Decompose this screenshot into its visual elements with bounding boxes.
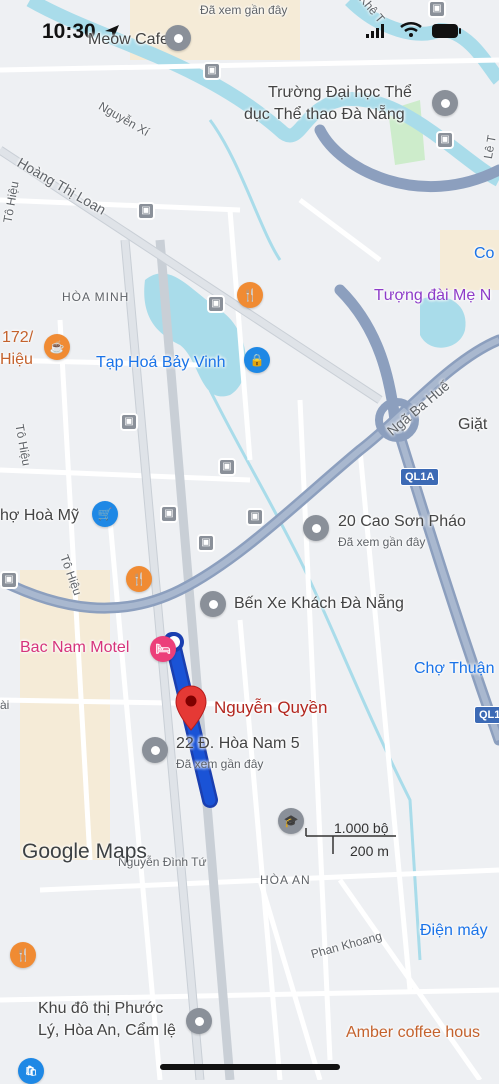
fork-knife-icon[interactable]: 🍴 bbox=[237, 282, 263, 308]
destination-label[interactable]: Nguyễn Quyền bbox=[214, 698, 327, 718]
place-amber-coffee[interactable]: Amber coffee hous bbox=[346, 1024, 480, 1042]
place-tap-hoa-bay-vinh[interactable]: Tạp Hoá Bảy Vinh bbox=[96, 354, 226, 372]
place-pin-hoa-nam[interactable] bbox=[142, 737, 168, 763]
place-dien-may[interactable]: Điện máy bbox=[420, 922, 488, 940]
area-label-hoa-minh: HÒA MINH bbox=[62, 290, 130, 304]
scale-label-meters: 200 m bbox=[350, 843, 389, 859]
place-tuong-dai[interactable]: Tượng đài Mẹ N bbox=[374, 287, 491, 305]
place-hoa-nam-recent: Đã xem gần đây bbox=[176, 757, 264, 771]
bus-stop-icon[interactable]: ▣ bbox=[160, 505, 178, 523]
highway-shield-ql1-partial: QL1 bbox=[474, 706, 499, 724]
street-bai: ài bbox=[0, 698, 10, 712]
bus-stop-icon[interactable]: ▣ bbox=[428, 0, 446, 18]
bus-stop-icon[interactable]: ▣ bbox=[207, 295, 225, 313]
place-truong-dh-line2[interactable]: dục Thể thao Đà Nẵng bbox=[244, 106, 405, 124]
place-pin-meow-cafe[interactable] bbox=[165, 25, 191, 51]
battery-icon bbox=[432, 24, 458, 38]
wifi-icon bbox=[400, 22, 422, 37]
fork-knife-icon-3[interactable]: 🍴 bbox=[10, 942, 36, 968]
scale-label-feet: 1.000 bộ bbox=[334, 820, 389, 836]
bus-stop-icon[interactable]: ▣ bbox=[120, 413, 138, 431]
area-label-hoa-an: HÒA AN bbox=[260, 873, 311, 887]
bus-stop-icon[interactable]: ▣ bbox=[436, 131, 454, 149]
place-pin-khu-do-thi[interactable] bbox=[186, 1008, 212, 1034]
place-khu-do-thi-line1[interactable]: Khu đô thị Phước bbox=[38, 1000, 163, 1018]
place-cao-son-phao[interactable]: 20 Cao Sơn Pháo bbox=[338, 513, 466, 531]
bus-stop-icon[interactable]: ▣ bbox=[218, 458, 236, 476]
fork-knife-icon-2[interactable]: 🍴 bbox=[126, 566, 152, 592]
coffee-cup-icon[interactable]: ☕ bbox=[44, 334, 70, 360]
logo-google: Google bbox=[22, 840, 90, 863]
bus-stop-icon[interactable]: ▣ bbox=[203, 62, 221, 80]
shopping-bag-icon[interactable]: 🔒 bbox=[244, 347, 270, 373]
place-pin-ben-xe[interactable] bbox=[200, 591, 226, 617]
place-pin-truong-dh[interactable] bbox=[432, 90, 458, 116]
place-ben-xe-khach[interactable]: Bến Xe Khách Đà Nẵng bbox=[234, 595, 404, 613]
place-truong-dh-line1[interactable]: Trường Đại học Thể bbox=[268, 84, 412, 102]
place-172-line1[interactable]: 172/ bbox=[2, 329, 33, 347]
signal-icon bbox=[366, 24, 384, 38]
highway-shield-ql1a: QL1A bbox=[400, 468, 440, 486]
place-hoa-nam-5[interactable]: 22 Đ. Hòa Nam 5 bbox=[176, 735, 300, 753]
bus-stop-icon[interactable]: ▣ bbox=[197, 534, 215, 552]
destination-pin-icon[interactable] bbox=[174, 685, 208, 731]
place-pin-cao-son-phao[interactable] bbox=[303, 515, 329, 541]
bus-stop-icon[interactable]: ▣ bbox=[137, 202, 155, 220]
bus-stop-icon[interactable]: ▣ bbox=[0, 571, 18, 589]
bus-stop-icon[interactable]: ▣ bbox=[246, 508, 264, 526]
place-cao-son-phao-recent: Đã xem gần đây bbox=[338, 535, 426, 549]
shopping-icon-bottom[interactable]: 🛍 bbox=[18, 1058, 44, 1084]
shopping-cart-icon[interactable]: 🛒 bbox=[92, 501, 118, 527]
place-172-line2[interactable]: Hiệu bbox=[0, 351, 33, 369]
place-khu-do-thi-line2[interactable]: Lý, Hòa An, Cẩm lệ bbox=[38, 1022, 176, 1040]
bed-icon[interactable]: 🛏 bbox=[150, 636, 176, 662]
top-recent-label: Đã xem gần đây bbox=[200, 3, 288, 17]
home-indicator[interactable] bbox=[160, 1064, 340, 1070]
place-meow-cafe[interactable]: Meow Cafe bbox=[88, 31, 169, 49]
place-cho-hoa-my[interactable]: hợ Hoà Mỹ bbox=[0, 507, 79, 525]
place-co-partial[interactable]: Co bbox=[474, 245, 494, 263]
place-bac-nam-motel[interactable]: Bac Nam Motel bbox=[20, 639, 129, 657]
google-maps-logo: Google Maps bbox=[22, 840, 147, 864]
logo-maps: Maps bbox=[95, 840, 147, 863]
place-cho-thuan[interactable]: Chợ Thuận bbox=[414, 660, 494, 678]
battery-tip bbox=[459, 28, 461, 34]
place-giat-partial[interactable]: Giặt bbox=[458, 416, 487, 434]
